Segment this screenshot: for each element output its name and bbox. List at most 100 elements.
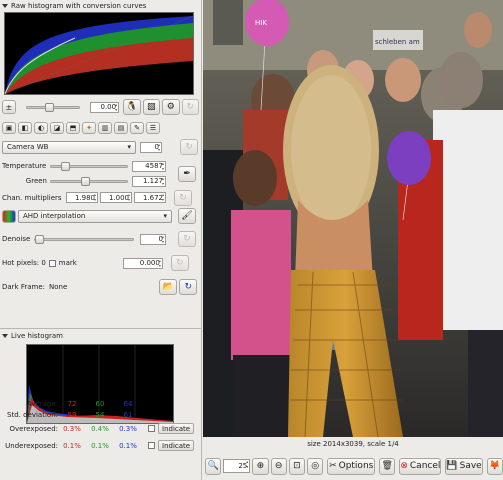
save-button[interactable]: 💾 Save xyxy=(445,457,483,475)
tab-strip: ▣ ◧ ◐ ◪ ⬒ ✦ ▥ ▤ ✎ ☰ xyxy=(2,121,199,135)
tab-exif-icon[interactable]: ☰ xyxy=(146,122,160,134)
zoom-out-icon[interactable]: ⊖ xyxy=(270,457,287,475)
stddev-row: Std. deviation: 59 54 61 xyxy=(2,409,200,420)
chevron-down-icon: ▾ xyxy=(127,143,131,151)
cancel-label: Cancel xyxy=(409,461,441,471)
options-button[interactable]: ✂ Options xyxy=(327,457,376,475)
denoise-slider[interactable] xyxy=(34,234,134,244)
reset-exposure-icon[interactable]: ↻ xyxy=(181,99,200,115)
zoom-in-icon[interactable]: ⊕ xyxy=(252,457,269,475)
zoom-100-icon[interactable]: ◎ xyxy=(307,457,324,475)
denoise-spin[interactable]: 0 xyxy=(140,233,166,245)
denoise-row: Denoise 0 ↻ xyxy=(2,231,199,247)
temperature-slider[interactable] xyxy=(50,161,128,171)
send-to-gimp-icon[interactable]: 🦊 xyxy=(486,457,503,475)
zoom-spin[interactable]: 25 xyxy=(223,459,251,473)
temperature-row: Temperature 4587 xyxy=(2,160,199,172)
green-spin[interactable]: 1.127 xyxy=(132,175,166,187)
banner-text: schleben am xyxy=(375,38,420,46)
stddev-red: 59 xyxy=(67,410,77,419)
load-darkframe-icon[interactable]: 📂 xyxy=(159,279,178,295)
exposure-tool-icon[interactable]: ⚙ xyxy=(162,99,180,115)
interpolation-combo[interactable]: AHD interpolation ▾ xyxy=(18,209,172,223)
live-histogram-header[interactable]: Live histogram xyxy=(2,332,63,340)
tab-lens-icon[interactable]: ◐ xyxy=(34,122,48,134)
smoothing-brush-icon[interactable]: 🖌 xyxy=(178,208,196,224)
raw-histogram-curves xyxy=(4,15,194,95)
zoom-icon[interactable]: 🔍 xyxy=(205,457,222,475)
denoise-slider-knob[interactable] xyxy=(35,234,44,244)
wb-fine-tune-spin[interactable]: 0 xyxy=(140,141,162,153)
interpolation-row: AHD interpolation ▾ 🖌 xyxy=(2,208,199,224)
cancel-icon: ⊗ xyxy=(400,461,408,471)
options-label: Options xyxy=(338,461,374,471)
green-slider-knob[interactable] xyxy=(81,176,90,186)
exposure-slider-knob[interactable] xyxy=(44,102,54,112)
hotpixels-label: Hot pixels: 0 xyxy=(2,259,46,267)
tab-lightness-icon[interactable]: ▥ xyxy=(98,122,112,134)
reset-wb-icon[interactable]: ↻ xyxy=(180,139,198,155)
zoom-fit-icon[interactable]: ⊡ xyxy=(288,457,306,475)
wb-preset-row: Camera WB ▾ 0 ↻ xyxy=(2,139,199,155)
tab-wb-icon[interactable]: ▣ xyxy=(2,122,16,134)
multipliers-row: Chan. multipliers 1.980 1.000 1.672 ↻ xyxy=(2,189,199,206)
overexposed-label: Overexposed: xyxy=(9,424,59,433)
green-label: Green xyxy=(25,177,47,185)
mult-green-spin[interactable]: 1.000 xyxy=(100,192,132,203)
wb-preset-combo[interactable]: Camera WB ▾ xyxy=(2,140,136,154)
underexposed-indicate-button[interactable]: Indicate xyxy=(158,440,195,451)
hotpixels-mark-checkbox[interactable] xyxy=(48,259,56,267)
mult-blue-spin[interactable]: 1.672 xyxy=(134,192,166,203)
overexposed-red: 0.3% xyxy=(63,424,81,433)
reset-hotpixels-icon[interactable]: ↻ xyxy=(170,255,189,271)
overexposed-indicate-checkbox[interactable] xyxy=(148,425,155,432)
cancel-button[interactable]: ⊗ Cancel xyxy=(399,457,442,475)
reset-denoise-icon[interactable]: ↻ xyxy=(178,231,196,247)
interpolation-value: AHD interpolation xyxy=(23,212,86,220)
tab-corrections-icon[interactable]: ✦ xyxy=(82,122,96,134)
temperature-spin[interactable]: 4587 xyxy=(132,160,166,172)
darkframe-value: None xyxy=(49,283,68,291)
stddev-green: 54 xyxy=(95,410,105,419)
save-icon: 💾 xyxy=(446,461,458,471)
average-label: Average: xyxy=(26,399,58,408)
live-histogram-title: Live histogram xyxy=(11,332,64,340)
denoise-label: Denoise xyxy=(2,235,31,243)
mult-red-spin[interactable]: 1.980 xyxy=(66,192,98,203)
options-icon: ✂ xyxy=(329,461,337,471)
tab-base-curve-icon[interactable]: ◪ xyxy=(50,122,64,134)
raw-histogram-title: Raw histogram with conversion curves xyxy=(11,2,147,10)
overexposed-indicate-button[interactable]: Indicate xyxy=(158,423,195,434)
image-preview[interactable]: schleben am HIK xyxy=(203,0,503,437)
hotpixels-spin[interactable]: 0.000 xyxy=(122,257,163,269)
reset-multipliers-icon[interactable]: ↻ xyxy=(174,189,192,206)
underexposed-indicate-checkbox[interactable] xyxy=(148,442,155,449)
exposure-image-icon[interactable]: ▧ xyxy=(142,99,161,115)
darkframe-row: Dark Frame: None 📂 ↻ xyxy=(2,279,199,295)
stddev-label: Std. deviation: xyxy=(7,410,58,419)
exposure-spin[interactable]: 0.00 xyxy=(89,101,120,113)
tab-crop-icon[interactable]: ▤ xyxy=(114,122,128,134)
delete-icon[interactable]: 🗑 xyxy=(379,457,396,475)
green-slider[interactable] xyxy=(50,176,128,186)
exposure-slider[interactable] xyxy=(25,102,80,112)
temperature-slider-knob[interactable] xyxy=(61,161,70,171)
tab-save-icon[interactable]: ✎ xyxy=(130,122,144,134)
raw-histogram-header[interactable]: Raw histogram with conversion curves xyxy=(2,2,146,10)
green-row: Green 1.127 xyxy=(2,175,199,187)
reset-darkframe-icon[interactable]: ↻ xyxy=(179,279,198,295)
tab-grayscale-icon[interactable]: ◧ xyxy=(18,122,32,134)
overexposed-row: Overexposed: 0.3% 0.4% 0.3% Indicate xyxy=(2,420,200,437)
average-blue: 64 xyxy=(123,399,133,408)
multipliers-label: Chan. multipliers xyxy=(2,193,62,202)
stddev-blue: 61 xyxy=(123,410,133,419)
live-histogram-stats: Average: 72 60 64 Std. deviation: 59 54 … xyxy=(2,398,200,454)
save-label: Save xyxy=(459,461,482,471)
auto-exposure-icon[interactable]: 🐧 xyxy=(123,99,141,115)
control-panel: Raw histogram with conversion curves ± 0… xyxy=(0,0,202,480)
interpolation-icon xyxy=(2,209,16,223)
tab-color-management-icon[interactable]: ⬒ xyxy=(66,122,80,134)
exposure-icon: ± xyxy=(2,100,16,114)
expander-arrow-icon xyxy=(2,4,8,8)
toolbar-buttons: 🔍 25 ⊕ ⊖ ⊡ ◎ ✂ Options 🗑 ⊗ Cancel 💾 Save… xyxy=(203,454,503,478)
